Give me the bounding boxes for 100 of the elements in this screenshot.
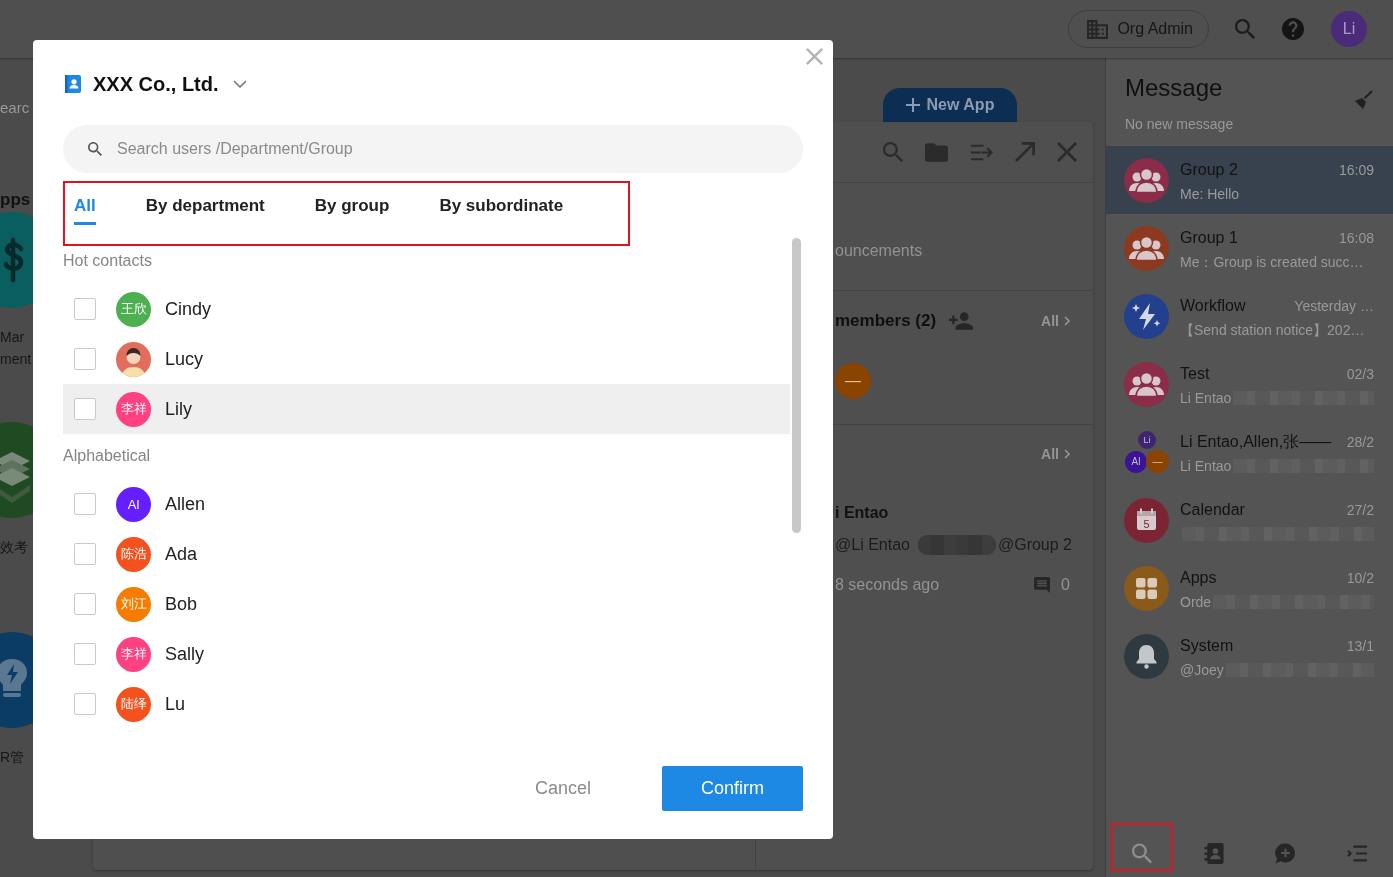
avatar-initials: 王欣: [116, 291, 151, 327]
message-preview: @Joey: [1180, 661, 1224, 679]
message-time: 02/3: [1346, 366, 1374, 382]
message-preview: Li Entao: [1180, 389, 1232, 407]
contact-name: Ada: [165, 543, 198, 565]
scrollbar-thumb[interactable]: [792, 238, 801, 533]
checkbox[interactable]: [74, 643, 96, 665]
search-icon[interactable]: [1131, 843, 1152, 864]
message-item[interactable]: Workflow Yesterday … 【Send station notice】202…: [1106, 282, 1393, 350]
menu-indent-icon[interactable]: [1347, 843, 1368, 864]
list-arrow-icon[interactable]: [970, 142, 993, 162]
message-time: 27/2: [1346, 502, 1374, 518]
avatar-initials: Li: [1138, 430, 1156, 449]
help-icon[interactable]: [1282, 18, 1304, 40]
tab[interactable]: By department: [145, 196, 265, 225]
avatar-initials: 刘江: [116, 586, 151, 622]
avatar-initials: Al: [1125, 450, 1147, 473]
checkbox[interactable]: [74, 593, 96, 615]
user-avatar[interactable]: Li: [1331, 11, 1367, 47]
plus-icon: [905, 98, 920, 112]
message-item[interactable]: 5 Calendar 27/2: [1106, 486, 1393, 554]
checkbox[interactable]: [74, 543, 96, 565]
search-field[interactable]: Search users /Department/Group: [63, 125, 803, 173]
message-time: 16:08: [1338, 230, 1374, 246]
person-add-icon[interactable]: [949, 312, 974, 330]
contact-name: Lu: [165, 693, 186, 715]
message-title: Group 1: [1180, 228, 1238, 248]
message-item[interactable]: System 13/1 @Joey: [1106, 622, 1393, 690]
all-link[interactable]: All: [1041, 313, 1070, 329]
avatar-initials: 李祥: [116, 391, 151, 427]
search-icon[interactable]: [883, 142, 903, 162]
message-title: Li Entao,Allen,张——: [1180, 432, 1332, 452]
avatar-initials: —: [1146, 449, 1169, 473]
close-icon[interactable]: [1057, 142, 1077, 162]
message-preview: 【Send station notice】202…: [1180, 321, 1365, 339]
chevron-icon: [1064, 449, 1070, 459]
message-item[interactable]: Group 2 16:09 Me: Hello: [1106, 146, 1393, 214]
avatar-initials: 李祥: [116, 636, 151, 672]
search-icon[interactable]: [1235, 19, 1255, 39]
building-icon: [1087, 19, 1109, 39]
contact-row[interactable]: 刘江 Bob: [63, 579, 790, 629]
contact-name: Cindy: [165, 298, 212, 320]
message-title: Group 2: [1180, 160, 1238, 180]
tab[interactable]: All: [74, 196, 96, 225]
section-label: Alphabetical: [63, 446, 152, 466]
section-label: Hot contacts: [63, 251, 153, 271]
message-time: 28/2: [1346, 434, 1374, 450]
arrow-icon[interactable]: [1015, 142, 1035, 162]
comment-icon[interactable]: [1034, 577, 1051, 593]
author-name: i Entao: [835, 503, 890, 523]
dollar-icon[interactable]: [0, 211, 33, 309]
cancel-button[interactable]: Cancel: [514, 766, 611, 811]
section-heading: pps: [0, 189, 32, 211]
lightbulb-icon[interactable]: [0, 631, 33, 729]
message-item[interactable]: Apps 10/2 Orde: [1106, 554, 1393, 622]
search-field[interactable]: earc: [0, 99, 33, 117]
contact-name: Allen: [165, 493, 206, 515]
contact-row[interactable]: 王欣 Cindy: [63, 284, 790, 334]
contact-row[interactable]: Lucy: [63, 334, 790, 384]
folder-icon[interactable]: [925, 142, 948, 162]
message-title: Calendar: [1180, 500, 1245, 520]
calendar-avatar-icon: 5: [1124, 497, 1169, 543]
message-preview: Li Entao: [1180, 457, 1232, 475]
checkbox[interactable]: [74, 398, 96, 420]
message-title: Test: [1180, 364, 1210, 384]
org-dropdown[interactable]: XXX Co., Ltd.: [93, 72, 247, 96]
checkbox[interactable]: [74, 348, 96, 370]
checkbox[interactable]: [74, 298, 96, 320]
contact-row[interactable]: 李祥 Lily: [63, 384, 790, 434]
message-time: 16:09: [1338, 162, 1374, 178]
contact-row[interactable]: Al Allen: [63, 479, 790, 529]
tab[interactable]: By subordinate: [439, 196, 564, 225]
broom-icon[interactable]: [1353, 90, 1373, 110]
section-title: ouncements: [835, 242, 923, 259]
contact-row[interactable]: 陆绎 Lu: [63, 679, 790, 729]
chat-plus-icon[interactable]: [1275, 843, 1296, 864]
message-preview: Me: Hello: [1180, 185, 1240, 203]
timestamp: 8 seconds ago: [835, 575, 940, 595]
close-icon[interactable]: [806, 48, 823, 65]
confirm-button[interactable]: Confirm: [662, 766, 803, 811]
contact-name: Sally: [165, 643, 204, 665]
message-item[interactable]: Group 1 16:08 Me：Group is created succ…: [1106, 214, 1393, 282]
contacts-book-icon[interactable]: [1203, 843, 1224, 864]
search-icon: [88, 142, 102, 156]
member-avatar[interactable]: —: [835, 363, 871, 399]
message-preview: Me：Group is created succ…: [1180, 253, 1364, 271]
contact-row[interactable]: 李祥 Sally: [63, 629, 790, 679]
avatar-initials: 陈浩: [116, 536, 151, 572]
panel-title: Message: [1125, 74, 1224, 102]
all-link[interactable]: All: [1041, 446, 1070, 462]
checkbox[interactable]: [74, 693, 96, 715]
checkbox[interactable]: [74, 493, 96, 515]
message-item[interactable]: Li Al — Li Entao,Allen,张—— 28/2 Li Entao: [1106, 418, 1393, 486]
contact-row[interactable]: 陈浩 Ada: [63, 529, 790, 579]
new-app-button[interactable]: New App: [883, 88, 1017, 122]
comment-count: 0: [1061, 575, 1070, 595]
contact-name: Bob: [165, 593, 198, 615]
message-item[interactable]: Test 02/3 Li Entao: [1106, 350, 1393, 418]
tab[interactable]: By group: [314, 196, 390, 225]
message-time: 13/1: [1346, 638, 1374, 654]
